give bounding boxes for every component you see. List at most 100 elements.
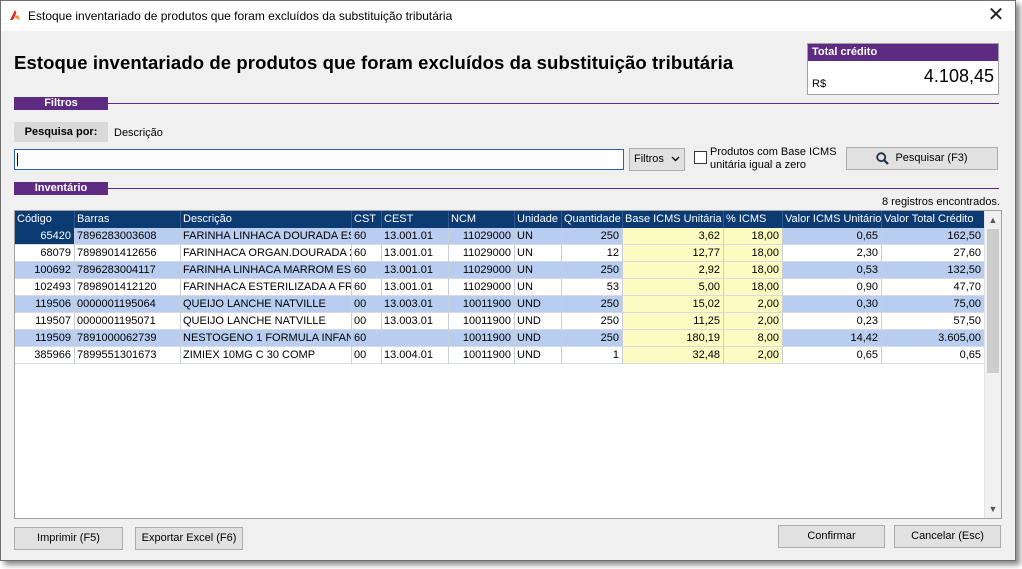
table-cell xyxy=(382,330,449,347)
table-cell: 7891000062739 xyxy=(75,330,181,347)
table-cell: 0,65 xyxy=(783,347,882,364)
column-header[interactable]: % ICMS xyxy=(724,211,783,228)
table-cell: 18,00 xyxy=(724,262,783,279)
total-credit-box: Total crédito R$ 4.108,45 xyxy=(807,43,999,95)
cancel-button[interactable]: Cancelar (Esc) xyxy=(894,525,1001,548)
page-title: Estoque inventariado de produtos que for… xyxy=(14,52,734,73)
total-credit-label: Total crédito xyxy=(808,44,998,61)
vertical-scrollbar[interactable]: ▲ ▼ xyxy=(984,211,1001,518)
table-cell: 00 xyxy=(352,296,382,313)
table-row[interactable]: 385966 7899551301673 ZIMIEX 10MG C 30 COMP… xyxy=(15,347,985,364)
table-cell: 250 xyxy=(562,296,623,313)
table-cell: QUEIJO LANCHE NATVILLE xyxy=(181,296,352,313)
table-cell: 2,30 xyxy=(783,245,882,262)
table-cell: 18,00 xyxy=(724,279,783,296)
inventory-section-label: Inventário xyxy=(14,182,108,195)
search-input[interactable] xyxy=(14,149,624,170)
table-cell: 47,70 xyxy=(882,279,985,296)
table-cell: 5,00 xyxy=(623,279,724,296)
table-cell: 13.004.01 xyxy=(382,347,449,364)
table-cell: 68079 xyxy=(15,245,75,262)
close-button[interactable]: ✕ xyxy=(985,5,1007,27)
table-row[interactable]: 119509 7891000062739 NESTOGENO 1 FORMULA I… xyxy=(15,330,985,347)
column-header[interactable]: CST xyxy=(352,211,382,228)
total-credit-currency: R$ xyxy=(812,78,827,90)
filters-section-label: Filtros xyxy=(14,97,108,110)
table-cell: 10011900 xyxy=(449,296,515,313)
app-logo-icon xyxy=(10,10,20,20)
table-cell: 119509 xyxy=(15,330,75,347)
column-header[interactable]: Valor Total Crédito xyxy=(882,211,985,228)
table-cell: 13.001.01 xyxy=(382,279,449,296)
magnifier-icon xyxy=(876,151,890,165)
table-cell: 75,00 xyxy=(882,296,985,313)
table-cell: 0,65 xyxy=(882,347,985,364)
zero-base-icms-label: Produtos com Base ICMS unitária igual a … xyxy=(710,146,837,171)
table-row[interactable]: 119506 0000001195064 QUEIJO LANCHE NATVILL… xyxy=(15,296,985,313)
table-row[interactable]: 100692 7896283004117 FARINHA LINHACA MARRO… xyxy=(15,262,985,279)
records-count: 8 registros encontrados. xyxy=(881,196,1000,208)
table-cell: NESTOGENO 1 FORMULA INFANTI xyxy=(181,330,352,347)
table-cell: 27,60 xyxy=(882,245,985,262)
column-header[interactable]: Descrição xyxy=(181,211,352,228)
table-cell: 3.605,00 xyxy=(882,330,985,347)
table-cell: UND xyxy=(515,330,562,347)
table-cell: UND xyxy=(515,347,562,364)
table-cell: 2,00 xyxy=(724,313,783,330)
column-header[interactable]: Base ICMS Unitária xyxy=(623,211,724,228)
table-cell: UN xyxy=(515,228,562,245)
column-header[interactable]: Código xyxy=(15,211,75,228)
print-button[interactable]: Imprimir (F5) xyxy=(14,527,123,550)
filters-dropdown-button[interactable]: Filtros xyxy=(629,148,685,171)
table-cell: QUEIJO LANCHE NATVILLE xyxy=(181,313,352,330)
text-caret xyxy=(17,153,18,166)
table-cell: 102493 xyxy=(15,279,75,296)
table-cell: 15,02 xyxy=(623,296,724,313)
table-header: Código Barras Descrição CST CEST NCM Unidade Qu… xyxy=(15,211,985,228)
table-cell: 162,50 xyxy=(882,228,985,245)
scroll-thumb[interactable] xyxy=(987,229,999,373)
table-cell: 2,92 xyxy=(623,262,724,279)
table-cell: UN xyxy=(515,262,562,279)
table-cell: 0000001195071 xyxy=(75,313,181,330)
column-header[interactable]: Barras xyxy=(75,211,181,228)
column-header[interactable]: Valor ICMS Unitário xyxy=(783,211,882,228)
table-cell: 10011900 xyxy=(449,347,515,364)
table-cell: UN xyxy=(515,245,562,262)
scroll-up-icon[interactable]: ▲ xyxy=(985,212,1001,228)
column-header[interactable]: CEST xyxy=(382,211,449,228)
column-header[interactable]: Quantidade xyxy=(562,211,623,228)
chevron-down-icon xyxy=(671,156,680,162)
title-bar: Estoque inventariado de produtos que for… xyxy=(1,1,1015,31)
table-cell: 7898901412120 xyxy=(75,279,181,296)
table-cell: FARINHA LINHACA MARROM ESTA xyxy=(181,262,352,279)
table-cell: 7896283004117 xyxy=(75,262,181,279)
table-cell: 7896283003608 xyxy=(75,228,181,245)
table-cell: 8,00 xyxy=(724,330,783,347)
table-cell: 0,53 xyxy=(783,262,882,279)
table-cell: 12 xyxy=(562,245,623,262)
table-cell: 100692 xyxy=(15,262,75,279)
column-header[interactable]: NCM xyxy=(449,211,515,228)
table-cell: 11029000 xyxy=(449,245,515,262)
table-row[interactable]: 102493 7898901412120 FARINHACA ESTERILIZAD… xyxy=(15,279,985,296)
inventory-table: Código Barras Descrição CST CEST NCM Unidade Qu… xyxy=(14,210,1002,519)
column-header[interactable]: Unidade xyxy=(515,211,562,228)
table-cell: 65420 xyxy=(15,228,75,245)
table-row[interactable]: 68079 7898901412656 FARINHACA ORGAN.DOURAD… xyxy=(15,245,985,262)
table-cell: 18,00 xyxy=(724,228,783,245)
table-cell: 2,00 xyxy=(724,296,783,313)
export-excel-button[interactable]: Exportar Excel (F6) xyxy=(135,527,243,550)
zero-base-icms-checkbox[interactable] xyxy=(694,151,707,164)
table-cell: 57,50 xyxy=(882,313,985,330)
table-row[interactable]: 119507 0000001195071 QUEIJO LANCHE NATVILL… xyxy=(15,313,985,330)
table-row[interactable]: 65420 7896283003608 FARINHA LINHACA DOURAD… xyxy=(15,228,985,245)
table-cell: 10011900 xyxy=(449,313,515,330)
confirm-button[interactable]: Confirmar xyxy=(778,525,885,548)
table-cell: 385966 xyxy=(15,347,75,364)
table-cell: 7899551301673 xyxy=(75,347,181,364)
table-cell: 3,62 xyxy=(623,228,724,245)
table-cell: ZIMIEX 10MG C 30 COMP xyxy=(181,347,352,364)
search-button[interactable]: Pesquisar (F3) xyxy=(846,147,998,170)
scroll-down-icon[interactable]: ▼ xyxy=(985,501,1001,517)
